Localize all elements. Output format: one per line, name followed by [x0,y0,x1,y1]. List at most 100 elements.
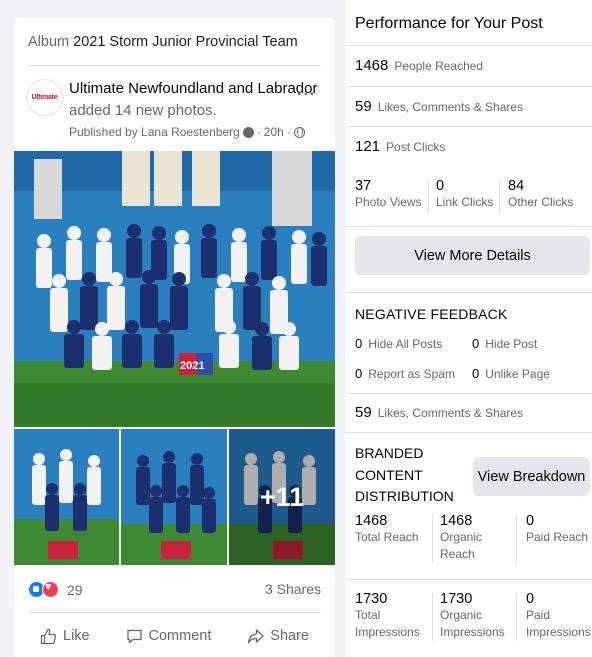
panel-title: Performance for Your Post [355,15,543,32]
divider [345,126,592,127]
view-breakdown-button[interactable]: View Breakdown [473,457,590,496]
engagement-metric-2: 59 Likes, Comments & Shares [355,404,523,421]
performance-panel: Performance for Your Post 1468 People Re… [345,0,592,657]
globe-icon [293,126,305,138]
divider [345,292,592,293]
other-clicks-label: Other Clicks [508,195,574,209]
hide-post-value: 0 [472,336,480,351]
divider [345,226,592,227]
branded-title-line: DISTRIBUTION [355,488,454,504]
hide-all-posts-value: 0 [355,336,363,351]
report-as-spam: 0 Report as Spam [355,366,455,381]
love-reaction-icon [42,581,59,598]
divider [28,65,321,66]
organic-reach: 1468 Organic Reach [440,513,502,563]
report-spam-value: 0 [355,366,363,381]
divider [516,515,517,563]
engagement-label: Likes, Comments & Shares [377,100,524,114]
divider [345,432,592,433]
link-clicks-value: 0 [436,178,445,194]
total-reach-value: 1468 [355,513,388,529]
page-name[interactable]: Ultimate Newfoundland and Labrador [69,80,318,97]
published-by-text: Published by Lana Roestenberg [69,125,240,139]
page-logo: Ultimate [31,94,58,101]
divider [345,45,592,46]
people-reached-value: 1468 [355,57,389,74]
hide-post: 0 Hide Post [472,336,537,351]
photo-views-label: Photo Views [355,195,422,209]
paid-reach-value: 0 [526,513,535,529]
engagement-value: 59 [355,98,372,115]
reaction-count: 29 [67,581,83,598]
avatar[interactable]: Ultimate [26,79,63,116]
thumbnail-photo[interactable] [14,429,119,565]
post-clicks-value: 121 [355,138,381,155]
engagement2-value: 59 [355,404,372,421]
share-button[interactable]: Share [235,628,321,645]
branded-content-heading: BRANDED CONTENT DISTRIBUTION [355,443,454,508]
post-clicks-label: Post Clicks [386,140,446,154]
link-clicks-label: Link Clicks [436,195,494,209]
total-reach-label: Total Reach [355,530,419,544]
branded-title-line: BRANDED [355,445,424,461]
organic-impressions: 1730 Organic Impressions [440,591,512,641]
album-prefix: Album [28,34,70,50]
paid-reach: 0 Paid Reach [526,513,588,546]
post-action-text: added 14 new photos. [69,102,217,119]
screen: Album 2021 Storm Junior Provincial Team … [0,0,592,657]
total-reach: 1468 Total Reach [355,513,418,546]
organic-impressions-label: Organic Impressions [440,608,505,639]
branded-title-line: CONTENT [355,466,423,483]
info-icon[interactable] [242,126,254,138]
thumbnail-photo-more[interactable]: +11 [229,429,335,565]
total-impressions-value: 1730 [355,591,388,607]
link-clicks: 0 Link Clicks [436,178,493,211]
divider [499,180,500,214]
unlike-page-label: Unlike Page [485,367,550,381]
report-spam-label: Report as Spam [368,367,455,381]
like-button[interactable]: Like [28,628,102,645]
divider [428,180,429,214]
share-arrow-icon [248,628,264,644]
comment-label: Comment [148,628,212,644]
organic-reach-label: Organic Reach [440,530,483,561]
engagement2-label: Likes, Comments & Shares [377,406,524,420]
paid-impressions-value: 0 [526,591,535,607]
thumbnail-photo[interactable] [121,429,227,565]
total-impressions: 1730 Total Impressions [355,591,427,641]
reactions-summary[interactable]: 29 [28,581,83,598]
total-impressions-label: Total Impressions [355,608,420,639]
post-time[interactable]: 20h [264,125,284,139]
post-card: Album 2021 Storm Junior Provincial Team … [14,18,335,657]
negative-feedback-heading: NEGATIVE FEEDBACK [355,306,508,322]
more-photos-count[interactable]: +11 [229,429,335,565]
other-clicks: 84 Other Clicks [508,178,573,211]
paid-impressions-label: Paid Impressions [526,608,591,639]
svg-text:2021: 2021 [180,360,204,372]
share-label: Share [270,628,309,644]
divider [345,393,592,394]
hide-post-label: Hide Post [485,337,538,351]
other-clicks-value: 84 [508,178,525,194]
people-reached-label: People Reached [394,59,484,73]
divider [432,593,433,641]
view-more-details-button[interactable]: View More Details [355,236,590,275]
album-name[interactable]: 2021 Storm Junior Provincial Team [73,34,298,50]
album-header[interactable]: Album 2021 Storm Junior Provincial Team [28,34,298,50]
unlike-page-value: 0 [472,366,480,381]
hide-all-posts-label: Hide All Posts [368,337,443,351]
main-photo[interactable]: 2021 [14,151,335,427]
paid-impressions: 0 Paid Impressions [526,591,592,641]
more-options-icon[interactable]: ··· [297,86,316,104]
shares-count[interactable]: 3 Shares [265,581,321,597]
unlike-page: 0 Unlike Page [472,366,550,381]
divider [432,515,433,563]
thumbs-up-icon [40,628,57,644]
divider [516,593,517,641]
people-reached: 1468 People Reached [355,57,483,74]
engagement-metric: 59 Likes, Comments & Shares [355,98,523,115]
hide-all-posts: 0 Hide All Posts [355,336,442,351]
post-action-bar: Like Comment Share [28,619,321,653]
divider [345,86,592,87]
comment-button[interactable]: Comment [114,628,224,645]
